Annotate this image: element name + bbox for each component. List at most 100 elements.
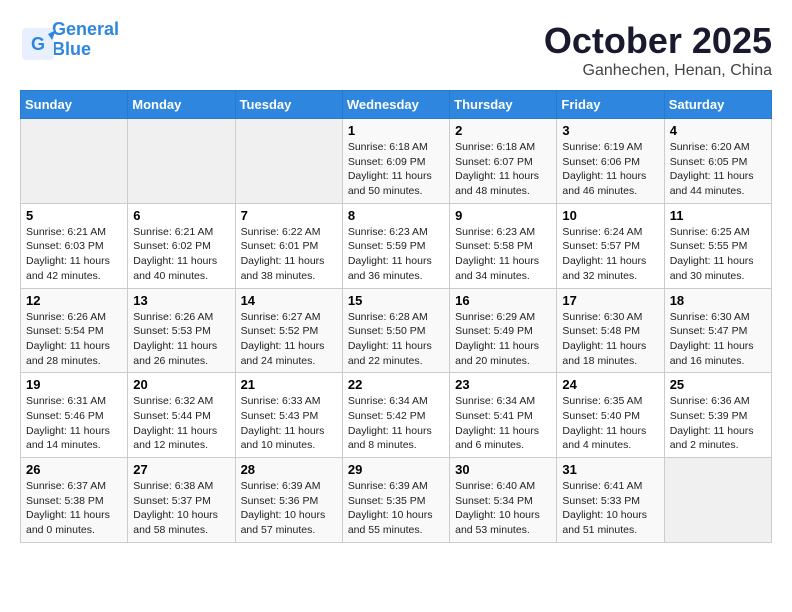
- day-info: Sunrise: 6:25 AM Sunset: 5:55 PM Dayligh…: [670, 225, 766, 284]
- day-number: 27: [133, 462, 229, 477]
- calendar-cell: 24 Sunrise: 6:35 AM Sunset: 5:40 PM Dayli…: [557, 373, 664, 458]
- day-number: 17: [562, 293, 658, 308]
- day-info: Sunrise: 6:37 AM Sunset: 5:38 PM Dayligh…: [26, 479, 122, 538]
- calendar-cell: 17 Sunrise: 6:30 AM Sunset: 5:48 PM Dayli…: [557, 288, 664, 373]
- day-info: Sunrise: 6:38 AM Sunset: 5:37 PM Dayligh…: [133, 479, 229, 538]
- calendar-cell: 29Sunrise: 6:39 AM Sunset: 5:35 PM Dayli…: [342, 458, 449, 543]
- day-number: 26: [26, 462, 122, 477]
- day-info: Sunrise: 6:34 AM Sunset: 5:42 PM Dayligh…: [348, 394, 444, 453]
- day-info: Sunrise: 6:32 AM Sunset: 5:44 PM Dayligh…: [133, 394, 229, 453]
- col-saturday: Saturday: [664, 91, 771, 119]
- day-number: 25: [670, 377, 766, 392]
- month-title: October 2025: [544, 20, 772, 62]
- calendar-cell: [21, 119, 128, 204]
- calendar-week-1: 1Sunrise: 6:18 AM Sunset: 6:09 PM Daylig…: [21, 119, 772, 204]
- col-wednesday: Wednesday: [342, 91, 449, 119]
- svg-text:G: G: [31, 34, 45, 54]
- day-number: 15: [348, 293, 444, 308]
- day-info: Sunrise: 6:33 AM Sunset: 5:43 PM Dayligh…: [241, 394, 337, 453]
- calendar-week-3: 12 Sunrise: 6:26 AM Sunset: 5:54 PM Dayli…: [21, 288, 772, 373]
- calendar-cell: 1Sunrise: 6:18 AM Sunset: 6:09 PM Daylig…: [342, 119, 449, 204]
- day-number: 16: [455, 293, 551, 308]
- day-number: 24: [562, 377, 658, 392]
- day-number: 13: [133, 293, 229, 308]
- day-info: Sunrise: 6:21 AM Sunset: 6:03 PM Dayligh…: [26, 225, 122, 284]
- day-number: 8: [348, 208, 444, 223]
- day-info: Sunrise: 6:39 AM Sunset: 5:35 PM Dayligh…: [348, 479, 444, 538]
- day-number: 14: [241, 293, 337, 308]
- day-info: Sunrise: 6:35 AM Sunset: 5:40 PM Dayligh…: [562, 394, 658, 453]
- header-row: Sunday Monday Tuesday Wednesday Thursday…: [21, 91, 772, 119]
- day-info: Sunrise: 6:30 AM Sunset: 5:48 PM Dayligh…: [562, 310, 658, 369]
- day-info: Sunrise: 6:40 AM Sunset: 5:34 PM Dayligh…: [455, 479, 551, 538]
- day-number: 28: [241, 462, 337, 477]
- day-info: Sunrise: 6:19 AM Sunset: 6:06 PM Dayligh…: [562, 140, 658, 199]
- calendar-cell: 5 Sunrise: 6:21 AM Sunset: 6:03 PM Daylig…: [21, 203, 128, 288]
- calendar-cell: 30 Sunrise: 6:40 AM Sunset: 5:34 PM Dayli…: [450, 458, 557, 543]
- calendar-cell: 2 Sunrise: 6:18 AM Sunset: 6:07 PM Daylig…: [450, 119, 557, 204]
- logo: G General Blue: [20, 20, 119, 60]
- calendar-cell: 13 Sunrise: 6:26 AM Sunset: 5:53 PM Dayli…: [128, 288, 235, 373]
- day-info: Sunrise: 6:20 AM Sunset: 6:05 PM Dayligh…: [670, 140, 766, 199]
- calendar-week-4: 19Sunrise: 6:31 AM Sunset: 5:46 PM Dayli…: [21, 373, 772, 458]
- day-number: 6: [133, 208, 229, 223]
- calendar-cell: 21 Sunrise: 6:33 AM Sunset: 5:43 PM Dayli…: [235, 373, 342, 458]
- calendar-week-5: 26 Sunrise: 6:37 AM Sunset: 5:38 PM Dayli…: [21, 458, 772, 543]
- day-info: Sunrise: 6:24 AM Sunset: 5:57 PM Dayligh…: [562, 225, 658, 284]
- calendar-cell: 16 Sunrise: 6:29 AM Sunset: 5:49 PM Dayli…: [450, 288, 557, 373]
- day-info: Sunrise: 6:27 AM Sunset: 5:52 PM Dayligh…: [241, 310, 337, 369]
- day-number: 20: [133, 377, 229, 392]
- calendar-table: Sunday Monday Tuesday Wednesday Thursday…: [20, 90, 772, 543]
- calendar-cell: 14 Sunrise: 6:27 AM Sunset: 5:52 PM Dayli…: [235, 288, 342, 373]
- calendar-cell: 6 Sunrise: 6:21 AM Sunset: 6:02 PM Daylig…: [128, 203, 235, 288]
- day-number: 4: [670, 123, 766, 138]
- day-info: Sunrise: 6:18 AM Sunset: 6:07 PM Dayligh…: [455, 140, 551, 199]
- calendar-cell: 23 Sunrise: 6:34 AM Sunset: 5:41 PM Dayli…: [450, 373, 557, 458]
- calendar-cell: 26 Sunrise: 6:37 AM Sunset: 5:38 PM Dayli…: [21, 458, 128, 543]
- day-info: Sunrise: 6:26 AM Sunset: 5:53 PM Dayligh…: [133, 310, 229, 369]
- col-thursday: Thursday: [450, 91, 557, 119]
- day-number: 30: [455, 462, 551, 477]
- calendar-week-2: 5 Sunrise: 6:21 AM Sunset: 6:03 PM Daylig…: [21, 203, 772, 288]
- day-info: Sunrise: 6:31 AM Sunset: 5:46 PM Dayligh…: [26, 394, 122, 453]
- day-info: Sunrise: 6:22 AM Sunset: 6:01 PM Dayligh…: [241, 225, 337, 284]
- day-info: Sunrise: 6:34 AM Sunset: 5:41 PM Dayligh…: [455, 394, 551, 453]
- day-info: Sunrise: 6:39 AM Sunset: 5:36 PM Dayligh…: [241, 479, 337, 538]
- calendar-cell: 18 Sunrise: 6:30 AM Sunset: 5:47 PM Dayli…: [664, 288, 771, 373]
- calendar-cell: 27 Sunrise: 6:38 AM Sunset: 5:37 PM Dayli…: [128, 458, 235, 543]
- day-info: Sunrise: 6:23 AM Sunset: 5:59 PM Dayligh…: [348, 225, 444, 284]
- calendar-cell: 10 Sunrise: 6:24 AM Sunset: 5:57 PM Dayli…: [557, 203, 664, 288]
- day-info: Sunrise: 6:29 AM Sunset: 5:49 PM Dayligh…: [455, 310, 551, 369]
- calendar-cell: 8 Sunrise: 6:23 AM Sunset: 5:59 PM Daylig…: [342, 203, 449, 288]
- calendar-cell: 25Sunrise: 6:36 AM Sunset: 5:39 PM Dayli…: [664, 373, 771, 458]
- day-number: 5: [26, 208, 122, 223]
- day-number: 10: [562, 208, 658, 223]
- calendar-cell: [128, 119, 235, 204]
- day-number: 12: [26, 293, 122, 308]
- logo-text: General Blue: [52, 20, 119, 60]
- day-number: 11: [670, 208, 766, 223]
- header: G General Blue October 2025 Ganhechen, H…: [20, 20, 772, 80]
- day-info: Sunrise: 6:18 AM Sunset: 6:09 PM Dayligh…: [348, 140, 444, 199]
- day-number: 21: [241, 377, 337, 392]
- day-number: 23: [455, 377, 551, 392]
- calendar-cell: [235, 119, 342, 204]
- calendar-cell: 28 Sunrise: 6:39 AM Sunset: 5:36 PM Dayli…: [235, 458, 342, 543]
- location-title: Ganhechen, Henan, China: [544, 62, 772, 80]
- calendar-cell: 22Sunrise: 6:34 AM Sunset: 5:42 PM Dayli…: [342, 373, 449, 458]
- day-info: Sunrise: 6:21 AM Sunset: 6:02 PM Dayligh…: [133, 225, 229, 284]
- day-info: Sunrise: 6:30 AM Sunset: 5:47 PM Dayligh…: [670, 310, 766, 369]
- calendar-cell: 3Sunrise: 6:19 AM Sunset: 6:06 PM Daylig…: [557, 119, 664, 204]
- day-info: Sunrise: 6:26 AM Sunset: 5:54 PM Dayligh…: [26, 310, 122, 369]
- calendar-cell: [664, 458, 771, 543]
- col-tuesday: Tuesday: [235, 91, 342, 119]
- calendar-cell: 31Sunrise: 6:41 AM Sunset: 5:33 PM Dayli…: [557, 458, 664, 543]
- calendar-cell: 15Sunrise: 6:28 AM Sunset: 5:50 PM Dayli…: [342, 288, 449, 373]
- calendar-cell: 11 Sunrise: 6:25 AM Sunset: 5:55 PM Dayli…: [664, 203, 771, 288]
- day-number: 18: [670, 293, 766, 308]
- day-number: 2: [455, 123, 551, 138]
- day-number: 9: [455, 208, 551, 223]
- day-number: 31: [562, 462, 658, 477]
- col-monday: Monday: [128, 91, 235, 119]
- title-area: October 2025 Ganhechen, Henan, China: [544, 20, 772, 80]
